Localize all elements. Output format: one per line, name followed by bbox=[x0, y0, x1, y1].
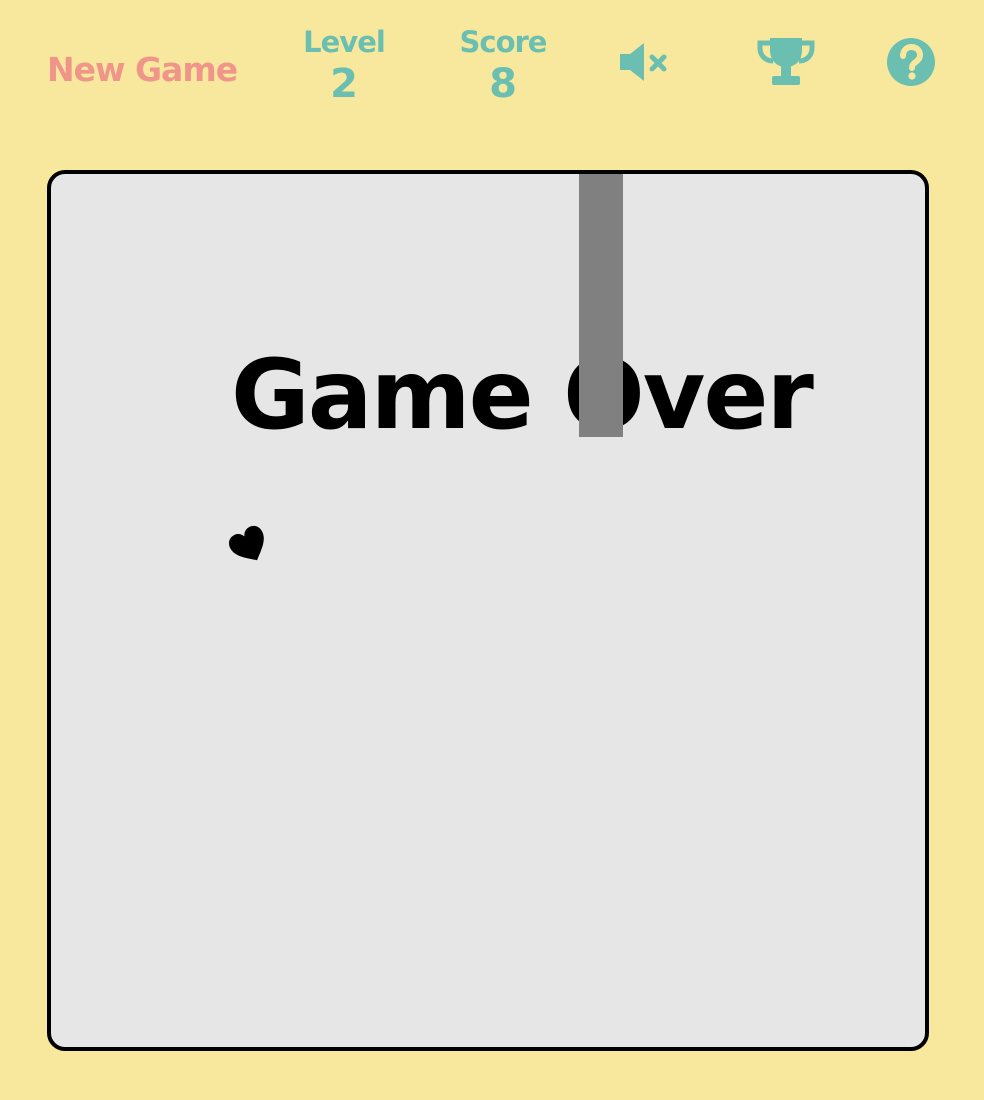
leaderboard-button[interactable] bbox=[756, 36, 816, 88]
heart-icon bbox=[229, 525, 264, 561]
player-heart bbox=[227, 524, 273, 570]
level-value: 2 bbox=[330, 61, 358, 107]
game-page: New Game Level 2 Score 8 Game Over bbox=[0, 0, 984, 1100]
level-display: Level 2 bbox=[292, 24, 396, 108]
pipe-obstacle bbox=[579, 174, 623, 437]
help-button[interactable] bbox=[885, 36, 937, 88]
trophy-icon bbox=[757, 38, 815, 85]
score-display: Score 8 bbox=[450, 24, 556, 108]
question-circle-icon bbox=[887, 38, 935, 86]
volume-mute-icon bbox=[620, 43, 667, 81]
game-over-text: Game Over bbox=[231, 339, 814, 451]
top-bar: New Game Level 2 Score 8 bbox=[0, 0, 984, 130]
score-value: 8 bbox=[489, 61, 517, 107]
score-label: Score bbox=[459, 25, 548, 59]
game-board[interactable]: Game Over bbox=[47, 170, 929, 1051]
level-label: Level bbox=[303, 25, 386, 59]
sound-toggle-button[interactable] bbox=[618, 40, 670, 84]
new-game-button[interactable]: New Game bbox=[47, 48, 238, 92]
